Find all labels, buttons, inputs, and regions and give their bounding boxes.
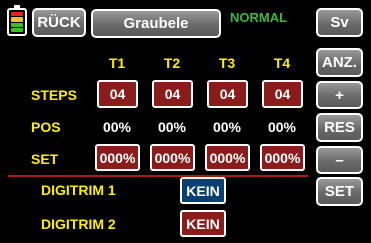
- battery-cell-green: [11, 22, 23, 27]
- anz-button-label: ANZ.: [322, 54, 357, 71]
- steps-t4-value[interactable]: 04: [262, 80, 303, 108]
- separator-line: [8, 175, 308, 177]
- digitrim-1-text: KEIN: [186, 182, 220, 199]
- set-t4-text: 000%: [264, 149, 301, 166]
- set-t1-value[interactable]: 000%: [95, 144, 140, 171]
- pos-t2-value: 00%: [157, 119, 187, 135]
- row-label-steps: STEPS: [31, 87, 77, 103]
- set-t3-text: 000%: [209, 149, 246, 166]
- transmitter-screen: RÜCK Graubele NORMAL Sv ANZ. + RES – SET…: [0, 0, 371, 243]
- minus-button[interactable]: –: [316, 146, 363, 174]
- steps-t4-text: 04: [274, 86, 291, 102]
- back-button[interactable]: RÜCK: [32, 8, 86, 37]
- row-label-set: SET: [31, 151, 59, 167]
- column-header-t2: T2: [163, 55, 181, 71]
- battery-cell-red: [11, 12, 23, 17]
- steps-t1-text: 04: [109, 86, 126, 102]
- set-t4-value[interactable]: 000%: [260, 144, 305, 171]
- plus-button[interactable]: +: [316, 81, 363, 109]
- battery-cell-yellow: [11, 17, 23, 22]
- steps-t3-text: 04: [219, 86, 236, 102]
- pos-t1-value: 00%: [102, 119, 132, 135]
- steps-t2-text: 04: [164, 86, 181, 102]
- pos-t3-value: 00%: [212, 119, 242, 135]
- back-button-label: RÜCK: [37, 14, 81, 31]
- column-header-t1: T1: [108, 55, 126, 71]
- model-name: Graubele: [123, 15, 189, 32]
- set-t3-value[interactable]: 000%: [205, 144, 250, 171]
- flight-mode-label: NORMAL: [230, 10, 288, 25]
- digitrim-1-value[interactable]: KEIN: [180, 177, 226, 204]
- row-label-digitrim-1: DIGITRIM 1: [41, 182, 116, 198]
- digitrim-2-value[interactable]: KEIN: [180, 210, 226, 237]
- set-t2-value[interactable]: 000%: [150, 144, 195, 171]
- steps-t1-value[interactable]: 04: [97, 80, 138, 108]
- row-label-digitrim-2: DIGITRIM 2: [41, 216, 116, 232]
- row-label-pos: POS: [31, 119, 61, 135]
- column-header-t3: T3: [218, 55, 236, 71]
- column-header-t4: T4: [273, 55, 291, 71]
- set-t1-text: 000%: [99, 149, 136, 166]
- set-t2-text: 000%: [154, 149, 191, 166]
- set-button-label: SET: [324, 183, 355, 200]
- minus-button-label: –: [335, 151, 344, 169]
- set-button[interactable]: SET: [316, 177, 363, 206]
- battery-icon: [7, 5, 27, 36]
- anz-button[interactable]: ANZ.: [316, 48, 363, 77]
- steps-t2-value[interactable]: 04: [152, 80, 193, 108]
- sv-button[interactable]: Sv: [316, 8, 363, 37]
- sv-button-label: Sv: [330, 14, 349, 31]
- pos-t4-value: 00%: [267, 119, 297, 135]
- res-button[interactable]: RES: [316, 113, 363, 142]
- battery-cell-green: [11, 27, 23, 32]
- steps-t3-value[interactable]: 04: [207, 80, 248, 108]
- res-button-label: RES: [324, 119, 355, 136]
- model-name-field[interactable]: Graubele: [91, 9, 221, 38]
- digitrim-2-text: KEIN: [186, 215, 220, 232]
- plus-button-label: +: [335, 86, 344, 104]
